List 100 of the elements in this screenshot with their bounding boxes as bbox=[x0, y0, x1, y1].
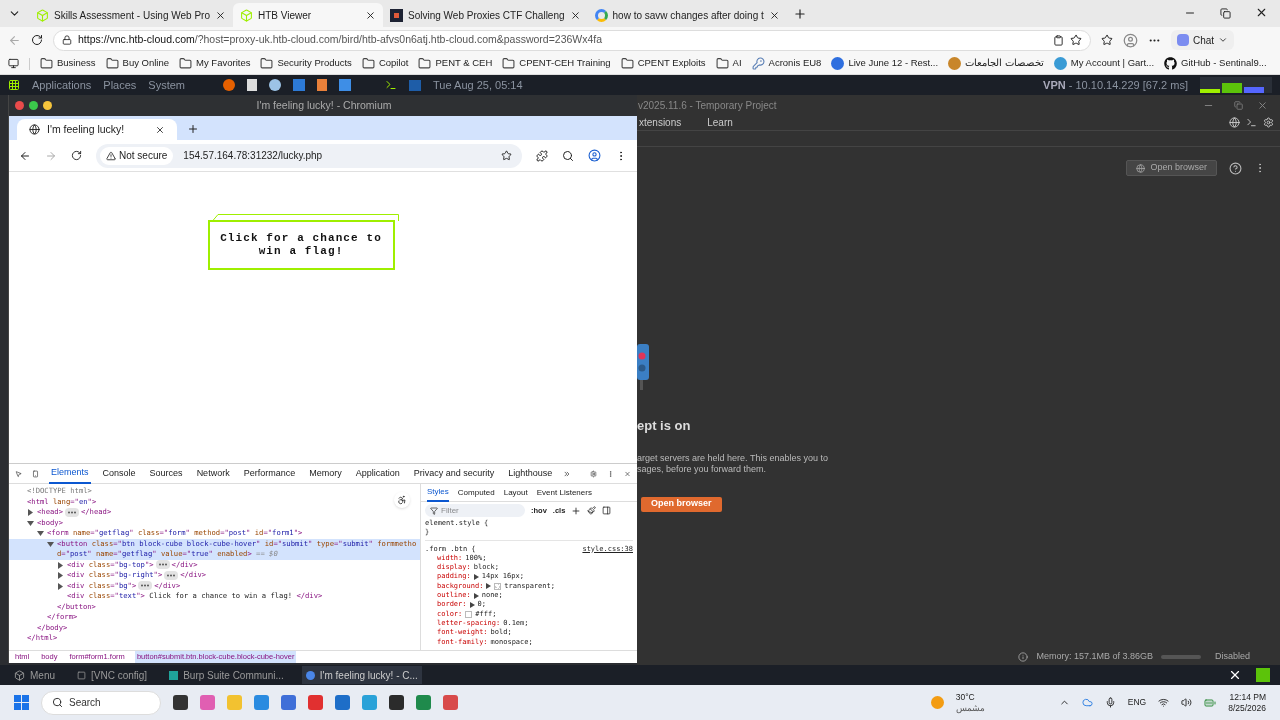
windows-start-icon[interactable] bbox=[14, 695, 29, 710]
bookmark[interactable]: Acronis EU8 bbox=[751, 56, 822, 71]
close-icon[interactable] bbox=[1255, 6, 1268, 19]
bookmark[interactable]: Business bbox=[40, 56, 96, 71]
bookmark[interactable]: CPENT-CEH Training bbox=[502, 56, 611, 71]
bookmark[interactable]: AI bbox=[715, 56, 742, 71]
microphone-icon[interactable] bbox=[1104, 697, 1116, 708]
bookmark[interactable]: تخصصات الجامعات bbox=[948, 56, 1044, 71]
status-dropdown[interactable]: Disabled bbox=[1214, 650, 1274, 664]
maximize-icon[interactable] bbox=[29, 101, 38, 110]
browser-tab[interactable]: HTB Viewer bbox=[233, 3, 383, 27]
address-field[interactable]: https://vnc.htb-cloud.com/?host=proxy-uk.htb-cloud.com/bird/htb-afvs0n6atj.htb-cloud.com&password=236Wx4fa bbox=[53, 29, 1091, 51]
navigation-tab[interactable]: xtensions bbox=[639, 115, 682, 130]
devtools-tab[interactable]: Performance bbox=[241, 463, 298, 484]
profile-icon[interactable] bbox=[1123, 32, 1138, 48]
code-editor-icon[interactable] bbox=[293, 79, 306, 91]
security-chip[interactable]: Not secure bbox=[100, 146, 174, 165]
collapsed-triangle-icon[interactable] bbox=[27, 509, 34, 516]
minimize-icon[interactable] bbox=[43, 101, 52, 110]
app-icon[interactable] bbox=[317, 79, 328, 91]
extensions-icon[interactable] bbox=[536, 149, 548, 162]
browser-tab[interactable]: I'm feeling lucky! bbox=[17, 119, 177, 140]
terminal-icon[interactable] bbox=[1246, 117, 1257, 128]
restore-icon[interactable] bbox=[1220, 8, 1231, 19]
styles-tab[interactable]: Layout bbox=[503, 483, 528, 502]
collapsed-ellipsis-icon[interactable] bbox=[64, 507, 79, 517]
panel-menu[interactable]: Applications bbox=[32, 76, 92, 94]
win-flag-button[interactable]: Click for a chance to win a flag! bbox=[207, 220, 395, 270]
browser-tab[interactable]: Solving Web Proxies CTF Challeng bbox=[383, 3, 588, 27]
accessibility-icon[interactable] bbox=[394, 492, 410, 508]
inspect-icon[interactable] bbox=[15, 468, 22, 479]
cloud-icon[interactable] bbox=[1081, 697, 1093, 708]
new-tab-icon[interactable] bbox=[792, 7, 807, 21]
wifi-icon[interactable] bbox=[1158, 697, 1170, 708]
taskbar-item[interactable]: I'm feeling lucky! - C... bbox=[301, 666, 422, 684]
browser-tab[interactable]: how to savw changes after doing t bbox=[587, 3, 787, 27]
more-tabs-icon[interactable] bbox=[564, 469, 570, 478]
panel-menu[interactable]: Places bbox=[103, 76, 137, 94]
close-icon[interactable] bbox=[1228, 668, 1242, 682]
bookmark[interactable]: PENT & CEH bbox=[418, 56, 493, 71]
devtools-tab[interactable]: Memory bbox=[307, 463, 344, 484]
close-icon[interactable] bbox=[768, 9, 780, 21]
add-rule-icon[interactable] bbox=[571, 505, 582, 516]
bookmark[interactable]: GitHub - Sentinal9... bbox=[1164, 56, 1267, 71]
styles-tab[interactable]: Event Listeners bbox=[536, 483, 592, 502]
settings-icon[interactable] bbox=[589, 468, 597, 479]
favorites-icon[interactable] bbox=[1101, 34, 1113, 46]
open-browser-button[interactable]: Open browser bbox=[1126, 160, 1217, 176]
address-field[interactable]: Not secure 154.57.164.78:31232/lucky.php bbox=[96, 143, 522, 168]
close-icon[interactable] bbox=[365, 9, 376, 21]
bookmark[interactable]: CPENT Exploits bbox=[620, 56, 706, 71]
expand-triangle-icon[interactable] bbox=[473, 574, 479, 581]
devtools-tab[interactable]: Console bbox=[100, 463, 138, 484]
settings-icon[interactable] bbox=[1263, 117, 1274, 128]
profile-icon[interactable] bbox=[588, 149, 601, 162]
devtools-tab[interactable]: Sources bbox=[147, 463, 185, 484]
language-indicator[interactable]: ENG bbox=[1127, 696, 1147, 709]
app-icon[interactable] bbox=[269, 79, 282, 91]
devtools-tab[interactable]: Network bbox=[194, 463, 232, 484]
bookmark[interactable]: Buy Online bbox=[105, 56, 170, 71]
taskbar-item[interactable]: Menu bbox=[10, 666, 59, 684]
app-icon[interactable] bbox=[247, 79, 258, 91]
taskbar-item[interactable]: [VNC config] bbox=[73, 666, 152, 684]
expand-triangle-icon[interactable] bbox=[473, 592, 479, 599]
collapsed-ellipsis-icon[interactable] bbox=[155, 560, 170, 570]
bookmark[interactable]: My Favorites bbox=[179, 56, 251, 71]
clipboard-icon[interactable] bbox=[1053, 34, 1064, 46]
terminal-icon[interactable] bbox=[385, 79, 398, 91]
globe-icon[interactable] bbox=[1229, 117, 1240, 128]
close-icon[interactable] bbox=[155, 124, 165, 135]
search-field[interactable]: Search bbox=[41, 690, 161, 715]
bookmark-star-icon[interactable] bbox=[501, 150, 512, 161]
expand-triangle-icon[interactable] bbox=[486, 583, 492, 590]
reload-icon[interactable] bbox=[31, 34, 43, 46]
paintbrush-icon[interactable] bbox=[587, 506, 597, 515]
panel-menu[interactable]: System bbox=[148, 76, 186, 94]
search-page-icon[interactable] bbox=[562, 149, 574, 162]
navigation-tab[interactable]: Learn bbox=[707, 115, 733, 130]
transparent-swatch-icon[interactable] bbox=[494, 582, 502, 590]
volume-icon[interactable] bbox=[1181, 697, 1193, 708]
devtools-tab[interactable]: Privacy and security bbox=[411, 463, 497, 484]
filter-field[interactable]: Filter bbox=[425, 504, 525, 517]
styles-tab[interactable]: Computed bbox=[457, 483, 495, 502]
color-swatch-icon[interactable] bbox=[465, 610, 473, 618]
bookmark[interactable]: Live June 12 - Rest... bbox=[831, 56, 939, 71]
favorite-star-icon[interactable] bbox=[1070, 34, 1082, 46]
taskbar-item[interactable]: Burp Suite Communi... bbox=[165, 666, 288, 684]
help-icon[interactable] bbox=[1229, 161, 1242, 175]
sidebar-toggle-icon[interactable] bbox=[602, 506, 612, 515]
apps-icon[interactable] bbox=[8, 58, 19, 69]
close-icon[interactable] bbox=[215, 9, 226, 21]
app-icon[interactable] bbox=[339, 79, 352, 91]
device-toolbar-icon[interactable] bbox=[32, 468, 40, 479]
reload-icon[interactable] bbox=[71, 150, 82, 161]
devtools-tab[interactable]: Elements bbox=[49, 463, 91, 484]
bookmark[interactable]: Security Products bbox=[260, 56, 352, 71]
bookmark[interactable]: My Account | Gart... bbox=[1053, 56, 1155, 71]
new-tab-icon[interactable] bbox=[187, 123, 199, 135]
devtools-tab[interactable]: Application bbox=[353, 463, 402, 484]
apps-grid-icon[interactable] bbox=[8, 79, 20, 91]
